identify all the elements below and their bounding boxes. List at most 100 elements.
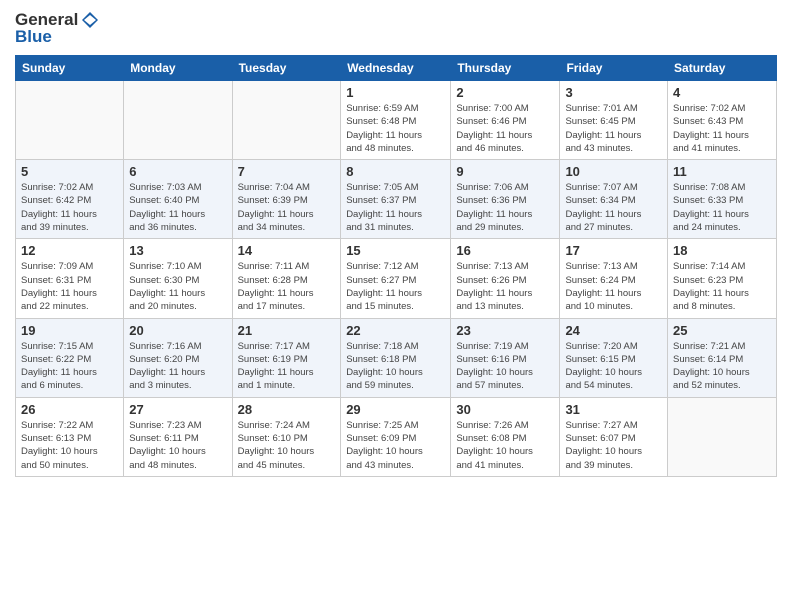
calendar-week-row: 19 Sunrise: 7:15 AM Sunset: 6:22 PM Dayli…	[16, 318, 777, 397]
day-number: 5	[21, 164, 118, 179]
day-number: 21	[238, 323, 336, 338]
day-number: 18	[673, 243, 771, 258]
calendar-cell: 6 Sunrise: 7:03 AM Sunset: 6:40 PM Daylig…	[124, 160, 232, 239]
day-number: 20	[129, 323, 226, 338]
calendar-cell: 3 Sunrise: 7:01 AM Sunset: 6:45 PM Daylig…	[560, 81, 668, 160]
calendar-cell: 14 Sunrise: 7:11 AM Sunset: 6:28 PM Dayli…	[232, 239, 341, 318]
day-number: 3	[565, 85, 662, 100]
day-info: Sunrise: 7:19 AM Sunset: 6:16 PM Dayligh…	[456, 340, 554, 393]
day-info: Sunrise: 7:04 AM Sunset: 6:39 PM Dayligh…	[238, 181, 336, 234]
day-info: Sunrise: 7:09 AM Sunset: 6:31 PM Dayligh…	[21, 260, 118, 313]
weekday-header: Tuesday	[232, 56, 341, 81]
calendar-cell: 18 Sunrise: 7:14 AM Sunset: 6:23 PM Dayli…	[668, 239, 777, 318]
day-info: Sunrise: 7:22 AM Sunset: 6:13 PM Dayligh…	[21, 419, 118, 472]
day-info: Sunrise: 7:21 AM Sunset: 6:14 PM Dayligh…	[673, 340, 771, 393]
page-container: General Blue SundayMondayTuesdayWednesda…	[0, 0, 792, 487]
day-number: 30	[456, 402, 554, 417]
weekday-header: Wednesday	[341, 56, 451, 81]
calendar-week-row: 1 Sunrise: 6:59 AM Sunset: 6:48 PM Daylig…	[16, 81, 777, 160]
day-number: 22	[346, 323, 445, 338]
calendar-cell: 24 Sunrise: 7:20 AM Sunset: 6:15 PM Dayli…	[560, 318, 668, 397]
calendar-cell: 13 Sunrise: 7:10 AM Sunset: 6:30 PM Dayli…	[124, 239, 232, 318]
day-info: Sunrise: 6:59 AM Sunset: 6:48 PM Dayligh…	[346, 102, 445, 155]
calendar-week-row: 5 Sunrise: 7:02 AM Sunset: 6:42 PM Daylig…	[16, 160, 777, 239]
calendar-week-row: 26Sunrise: 7:22 AM Sunset: 6:13 PM Dayli…	[16, 397, 777, 476]
day-number: 25	[673, 323, 771, 338]
day-info: Sunrise: 7:15 AM Sunset: 6:22 PM Dayligh…	[21, 340, 118, 393]
day-number: 27	[129, 402, 226, 417]
calendar-cell: 5 Sunrise: 7:02 AM Sunset: 6:42 PM Daylig…	[16, 160, 124, 239]
calendar-cell	[668, 397, 777, 476]
day-info: Sunrise: 7:02 AM Sunset: 6:43 PM Dayligh…	[673, 102, 771, 155]
day-number: 16	[456, 243, 554, 258]
day-number: 28	[238, 402, 336, 417]
calendar-cell: 20 Sunrise: 7:16 AM Sunset: 6:20 PM Dayli…	[124, 318, 232, 397]
day-number: 2	[456, 85, 554, 100]
calendar-cell: 30 Sunrise: 7:26 AM Sunset: 6:08 PM Dayli…	[451, 397, 560, 476]
day-info: Sunrise: 7:08 AM Sunset: 6:33 PM Dayligh…	[673, 181, 771, 234]
day-info: Sunrise: 7:10 AM Sunset: 6:30 PM Dayligh…	[129, 260, 226, 313]
day-info: Sunrise: 7:20 AM Sunset: 6:15 PM Dayligh…	[565, 340, 662, 393]
day-info: Sunrise: 7:02 AM Sunset: 6:42 PM Dayligh…	[21, 181, 118, 234]
day-number: 10	[565, 164, 662, 179]
day-number: 8	[346, 164, 445, 179]
day-info: Sunrise: 7:24 AM Sunset: 6:10 PM Dayligh…	[238, 419, 336, 472]
calendar-cell: 7 Sunrise: 7:04 AM Sunset: 6:39 PM Daylig…	[232, 160, 341, 239]
logo: General Blue	[15, 10, 100, 47]
calendar-cell: 22 Sunrise: 7:18 AM Sunset: 6:18 PM Dayli…	[341, 318, 451, 397]
day-number: 1	[346, 85, 445, 100]
calendar-cell: 27 Sunrise: 7:23 AM Sunset: 6:11 PM Dayli…	[124, 397, 232, 476]
day-number: 17	[565, 243, 662, 258]
day-number: 29	[346, 402, 445, 417]
day-number: 14	[238, 243, 336, 258]
calendar-cell: 21 Sunrise: 7:17 AM Sunset: 6:19 PM Dayli…	[232, 318, 341, 397]
calendar-cell: 11 Sunrise: 7:08 AM Sunset: 6:33 PM Dayli…	[668, 160, 777, 239]
calendar-cell: 8 Sunrise: 7:05 AM Sunset: 6:37 PM Daylig…	[341, 160, 451, 239]
day-number: 19	[21, 323, 118, 338]
day-info: Sunrise: 7:17 AM Sunset: 6:19 PM Dayligh…	[238, 340, 336, 393]
day-info: Sunrise: 7:16 AM Sunset: 6:20 PM Dayligh…	[129, 340, 226, 393]
calendar-cell: 23 Sunrise: 7:19 AM Sunset: 6:16 PM Dayli…	[451, 318, 560, 397]
calendar-cell: 12Sunrise: 7:09 AM Sunset: 6:31 PM Dayli…	[16, 239, 124, 318]
logo-icon	[80, 10, 100, 30]
calendar-cell: 25 Sunrise: 7:21 AM Sunset: 6:14 PM Dayli…	[668, 318, 777, 397]
calendar-cell: 4 Sunrise: 7:02 AM Sunset: 6:43 PM Daylig…	[668, 81, 777, 160]
weekday-header: Monday	[124, 56, 232, 81]
day-number: 23	[456, 323, 554, 338]
calendar-cell: 17Sunrise: 7:13 AM Sunset: 6:24 PM Dayli…	[560, 239, 668, 318]
calendar-cell: 16 Sunrise: 7:13 AM Sunset: 6:26 PM Dayli…	[451, 239, 560, 318]
day-number: 4	[673, 85, 771, 100]
day-number: 15	[346, 243, 445, 258]
day-info: Sunrise: 7:13 AM Sunset: 6:26 PM Dayligh…	[456, 260, 554, 313]
day-number: 24	[565, 323, 662, 338]
day-info: Sunrise: 7:06 AM Sunset: 6:36 PM Dayligh…	[456, 181, 554, 234]
calendar-cell	[232, 81, 341, 160]
day-info: Sunrise: 7:14 AM Sunset: 6:23 PM Dayligh…	[673, 260, 771, 313]
calendar-cell: 2 Sunrise: 7:00 AM Sunset: 6:46 PM Daylig…	[451, 81, 560, 160]
calendar-cell: 26Sunrise: 7:22 AM Sunset: 6:13 PM Dayli…	[16, 397, 124, 476]
logo-blue: Blue	[15, 27, 100, 47]
day-info: Sunrise: 7:26 AM Sunset: 6:08 PM Dayligh…	[456, 419, 554, 472]
weekday-header: Sunday	[16, 56, 124, 81]
calendar-cell: 9Sunrise: 7:06 AM Sunset: 6:36 PM Daylig…	[451, 160, 560, 239]
day-number: 7	[238, 164, 336, 179]
day-number: 6	[129, 164, 226, 179]
header: General Blue	[15, 10, 777, 47]
logo-text: General Blue	[15, 10, 100, 47]
day-info: Sunrise: 7:03 AM Sunset: 6:40 PM Dayligh…	[129, 181, 226, 234]
calendar-cell: 28 Sunrise: 7:24 AM Sunset: 6:10 PM Dayli…	[232, 397, 341, 476]
calendar-cell: 10 Sunrise: 7:07 AM Sunset: 6:34 PM Dayli…	[560, 160, 668, 239]
day-info: Sunrise: 7:18 AM Sunset: 6:18 PM Dayligh…	[346, 340, 445, 393]
day-number: 11	[673, 164, 771, 179]
day-number: 31	[565, 402, 662, 417]
day-info: Sunrise: 7:01 AM Sunset: 6:45 PM Dayligh…	[565, 102, 662, 155]
day-info: Sunrise: 7:11 AM Sunset: 6:28 PM Dayligh…	[238, 260, 336, 313]
calendar-cell: 31Sunrise: 7:27 AM Sunset: 6:07 PM Dayli…	[560, 397, 668, 476]
day-info: Sunrise: 7:00 AM Sunset: 6:46 PM Dayligh…	[456, 102, 554, 155]
day-number: 13	[129, 243, 226, 258]
calendar-cell: 19 Sunrise: 7:15 AM Sunset: 6:22 PM Dayli…	[16, 318, 124, 397]
calendar-cell: 1 Sunrise: 6:59 AM Sunset: 6:48 PM Daylig…	[341, 81, 451, 160]
day-info: Sunrise: 7:23 AM Sunset: 6:11 PM Dayligh…	[129, 419, 226, 472]
day-info: Sunrise: 7:05 AM Sunset: 6:37 PM Dayligh…	[346, 181, 445, 234]
day-info: Sunrise: 7:07 AM Sunset: 6:34 PM Dayligh…	[565, 181, 662, 234]
